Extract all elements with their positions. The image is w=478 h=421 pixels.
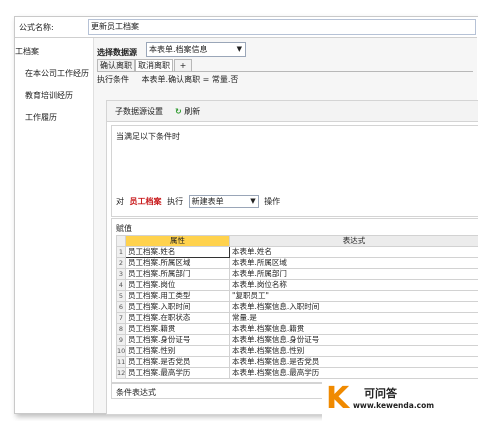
property-cell[interactable]: 员工档案.身份证号 bbox=[125, 334, 230, 346]
table-row[interactable]: 2 员工档案.所属区域 本表单.所属区域 bbox=[116, 257, 478, 269]
header-index-cell bbox=[116, 235, 126, 247]
table-row[interactable]: 10 员工档案.性别 本表单.档案信息.性别 bbox=[116, 345, 478, 357]
sub-data-source-panel: 子数据源设置 ↻ 刷新 当满足以下条件时 对 员工档案 执行 新建表单 ▼ 操作 bbox=[106, 100, 478, 415]
table-row[interactable]: 11 员工档案.是否党员 本表单.档案信息.是否党员 bbox=[116, 356, 478, 368]
row-index: 5 bbox=[116, 290, 126, 302]
header-expression[interactable]: 表达式 bbox=[229, 235, 478, 247]
chevron-down-icon: ▼ bbox=[236, 45, 242, 53]
row-index: 2 bbox=[116, 257, 126, 269]
row-index: 9 bbox=[116, 334, 126, 346]
property-cell[interactable]: 员工档案.入职时间 bbox=[125, 301, 230, 313]
left-nav-header[interactable]: 工档案 bbox=[15, 46, 39, 57]
table-row[interactable]: 6 员工档案.入职时间 本表单.档案信息.入职时间 bbox=[116, 301, 478, 313]
table-row[interactable]: 9 员工档案.身份证号 本表单.档案信息.身份证号 bbox=[116, 334, 478, 346]
subsource-settings-button[interactable]: 子数据源设置 bbox=[115, 106, 163, 117]
property-cell[interactable]: 员工档案.姓名 bbox=[125, 246, 230, 258]
table-row[interactable]: 7 员工档案.在职状态 常量.是 bbox=[116, 312, 478, 324]
expression-cell[interactable]: 本表单.所属区域 bbox=[229, 257, 478, 269]
table-row[interactable]: 12 员工档案.最高学历 本表单.档案信息.最高学历 bbox=[116, 367, 478, 379]
expression-cell[interactable]: 本表单.档案信息.性别 bbox=[229, 345, 478, 357]
condition-value[interactable]: 本表单.确认离职 = 常量.否 bbox=[142, 75, 239, 84]
sub-toolbar: 子数据源设置 ↻ 刷新 bbox=[107, 101, 478, 122]
expression-cell[interactable]: 本表单.姓名 bbox=[229, 246, 478, 258]
formula-editor-window: 公式名称: 更新员工档案 工档案 在本公司工作经历 教育培训经历 工作履历 选择… bbox=[14, 16, 478, 415]
data-source-label: 选择数据源 bbox=[97, 48, 137, 57]
property-cell[interactable]: 员工档案.所属部门 bbox=[125, 268, 230, 280]
expression-cell[interactable]: 本表单.档案信息.是否党员 bbox=[229, 356, 478, 368]
header-property[interactable]: 属性 bbox=[125, 235, 230, 247]
table-row[interactable]: 3 员工档案.所属部门 本表单.所属部门 bbox=[116, 268, 478, 280]
property-cell[interactable]: 员工档案.在职状态 bbox=[125, 312, 230, 324]
condition-box-title: 当满足以下条件时 bbox=[116, 132, 180, 141]
row-index: 1 bbox=[116, 246, 126, 258]
row-index: 11 bbox=[116, 356, 126, 368]
data-source-value: 本表单.档案信息 bbox=[149, 45, 208, 54]
table-row[interactable]: 5 员工档案.用工类型 "复职员工" bbox=[116, 290, 478, 302]
expression-cell[interactable]: 本表单.所属部门 bbox=[229, 268, 478, 280]
condition-expression-label: 条件表达式 bbox=[116, 388, 156, 397]
refresh-label: 刷新 bbox=[184, 107, 201, 116]
table-row[interactable]: 4 员工档案.岗位 本表单.岗位名称 bbox=[116, 279, 478, 291]
refresh-button[interactable]: ↻ 刷新 bbox=[175, 106, 200, 117]
property-cell[interactable]: 员工档案.岗位 bbox=[125, 279, 230, 291]
tab-divider bbox=[97, 71, 473, 72]
expression-cell[interactable]: "复职员工" bbox=[229, 290, 478, 302]
refresh-icon: ↻ bbox=[175, 107, 182, 116]
formula-name-label: 公式名称: bbox=[19, 23, 54, 32]
table-row[interactable]: 8 员工档案.籍贯 本表单.档案信息.籍贯 bbox=[116, 323, 478, 335]
data-source-select[interactable]: 本表单.档案信息 ▼ bbox=[146, 42, 246, 57]
action-exec-label: 执行 bbox=[167, 197, 184, 206]
assignment-table: 属性 表达式 1 员工档案.姓名 本表单.姓名 2 员工档案.所属区域 本表单.所属区域 3… bbox=[116, 235, 478, 379]
left-nav-item-work-history[interactable]: 在本公司工作经历 bbox=[25, 68, 89, 79]
action-row: 对 员工档案 执行 新建表单 ▼ 操作 bbox=[116, 195, 280, 208]
property-cell[interactable]: 员工档案.用工类型 bbox=[125, 290, 230, 302]
row-index: 6 bbox=[116, 301, 126, 313]
expression-cell[interactable]: 本表单.档案信息.最高学历 bbox=[229, 367, 478, 379]
watermark-url: www.kewenda.com bbox=[353, 401, 435, 410]
row-index: 10 bbox=[116, 345, 126, 357]
row-index: 3 bbox=[116, 268, 126, 280]
assignment-title: 赋值 bbox=[116, 224, 132, 233]
watermark-name: 可问答 bbox=[364, 387, 397, 400]
table-row[interactable]: 1 员工档案.姓名 本表单.姓名 bbox=[116, 246, 478, 258]
property-cell[interactable]: 员工档案.最高学历 bbox=[125, 367, 230, 379]
action-target[interactable]: 员工档案 bbox=[130, 197, 162, 206]
formula-name-input[interactable]: 更新员工档案 bbox=[88, 19, 476, 35]
property-cell[interactable]: 员工档案.籍贯 bbox=[125, 323, 230, 335]
main-panel: 选择数据源 本表单.档案信息 ▼ 确认离职 取消离职 + 执行条件 本表单.确认… bbox=[94, 38, 478, 415]
action-suffix: 操作 bbox=[264, 197, 281, 206]
row-index: 8 bbox=[116, 323, 126, 335]
condition-label: 执行条件 bbox=[97, 75, 129, 84]
left-nav-item-resume[interactable]: 工作履历 bbox=[25, 112, 57, 123]
action-prefix: 对 bbox=[116, 197, 124, 206]
row-index: 4 bbox=[116, 279, 126, 291]
property-cell[interactable]: 员工档案.是否党员 bbox=[125, 356, 230, 368]
watermark-letter: K bbox=[326, 381, 350, 416]
property-cell[interactable]: 员工档案.所属区域 bbox=[125, 257, 230, 269]
watermark-logo: K 可问答 www.kewenda.com bbox=[322, 380, 478, 421]
condition-row: 执行条件 本表单.确认离职 = 常量.否 bbox=[97, 74, 238, 85]
left-nav: 工档案 在本公司工作经历 教育培训经历 工作履历 bbox=[15, 38, 94, 413]
left-nav-item-education[interactable]: 教育培训经历 bbox=[25, 90, 73, 101]
expression-cell[interactable]: 本表单.档案信息.入职时间 bbox=[229, 301, 478, 313]
formula-name-bar: 公式名称: 更新员工档案 bbox=[15, 17, 477, 38]
row-index: 12 bbox=[116, 367, 126, 379]
table-header-row: 属性 表达式 bbox=[116, 235, 478, 247]
expression-cell[interactable]: 本表单.岗位名称 bbox=[229, 279, 478, 291]
expression-cell[interactable]: 常量.是 bbox=[229, 312, 478, 324]
expression-cell[interactable]: 本表单.档案信息.身份证号 bbox=[229, 334, 478, 346]
property-cell[interactable]: 员工档案.性别 bbox=[125, 345, 230, 357]
action-select[interactable]: 新建表单 ▼ bbox=[188, 195, 259, 208]
condition-box: 当满足以下条件时 对 员工档案 执行 新建表单 ▼ 操作 bbox=[111, 125, 478, 217]
action-select-value: 新建表单 bbox=[191, 197, 224, 206]
row-index: 7 bbox=[116, 312, 126, 324]
assignment-box: 赋值 属性 表达式 1 员工档案.姓名 本表单.姓名 2 员工档案.所属区域 本表单.所属… bbox=[111, 218, 478, 383]
chevron-down-icon: ▼ bbox=[250, 197, 256, 205]
expression-cell[interactable]: 本表单.档案信息.籍贯 bbox=[229, 323, 478, 335]
